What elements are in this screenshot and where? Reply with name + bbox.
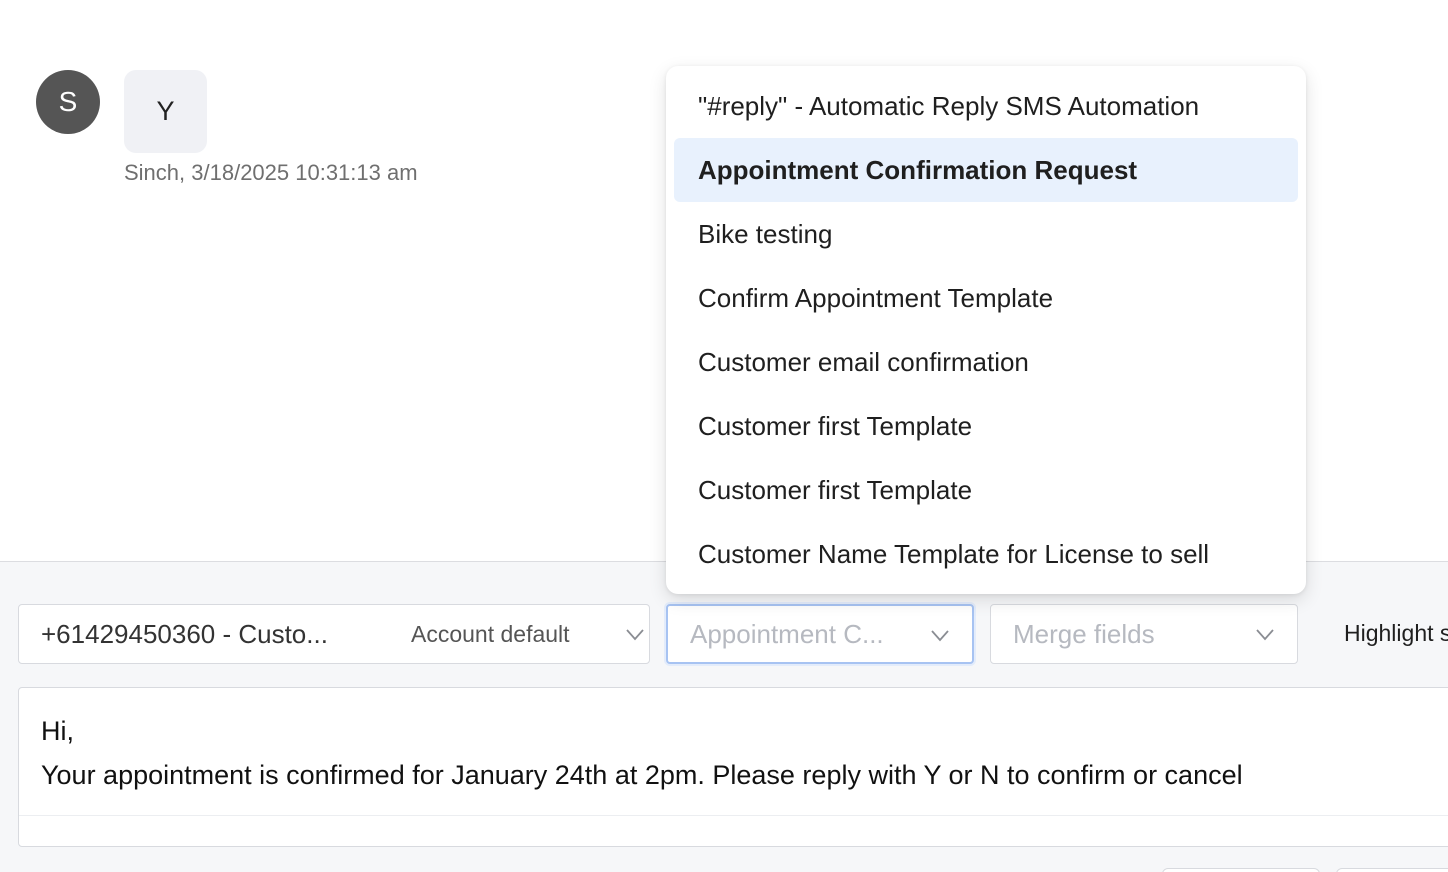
- chevron-down-icon: [1256, 629, 1274, 641]
- template-option[interactable]: Customer first Template: [674, 458, 1298, 522]
- template-option[interactable]: Customer email confirmation: [674, 330, 1298, 394]
- template-option[interactable]: Confirm Appointment Template: [674, 266, 1298, 330]
- template-dropdown-menu: "#reply" - Automatic Reply SMS Automatio…: [666, 66, 1306, 594]
- merge-fields-placeholder: Merge fields: [1013, 618, 1155, 649]
- textarea-divider: [19, 815, 1448, 816]
- chevron-down-icon: [626, 629, 644, 641]
- composer-action-button[interactable]: [1162, 868, 1320, 872]
- merge-fields-select[interactable]: Merge fields: [990, 604, 1298, 664]
- message-line: Your appointment is confirmed for Januar…: [41, 760, 1243, 790]
- chevron-down-icon: [931, 630, 949, 642]
- message-bubble: Y: [124, 70, 207, 153]
- template-option[interactable]: Customer Name Template for License to se…: [674, 522, 1298, 586]
- template-option-selected[interactable]: Appointment Confirmation Request: [674, 138, 1298, 202]
- highlight-toggle-label[interactable]: Highlight s: [1344, 620, 1448, 647]
- avatar: S: [36, 70, 100, 134]
- message-line: Hi,: [41, 716, 74, 746]
- template-select-value: Appointment C...: [690, 618, 884, 649]
- sms-conversation-page: S Y Sinch, 3/18/2025 10:31:13 am +614294…: [0, 0, 1448, 872]
- sender-number-select[interactable]: +61429450360 - Custo... Account default: [18, 604, 650, 664]
- message-meta: Sinch, 3/18/2025 10:31:13 am: [124, 160, 418, 185]
- sender-account-value: Account default: [411, 620, 570, 647]
- template-select[interactable]: Appointment C...: [666, 604, 974, 664]
- template-option[interactable]: "#reply" - Automatic Reply SMS Automatio…: [674, 74, 1298, 138]
- message-textarea[interactable]: Hi, Your appointment is confirmed for Ja…: [18, 687, 1448, 847]
- template-option[interactable]: Customer first Template: [674, 394, 1298, 458]
- send-button[interactable]: [1336, 868, 1448, 872]
- template-option[interactable]: Bike testing: [674, 202, 1298, 266]
- sender-number-value: +61429450360 - Custo...: [41, 618, 328, 649]
- message-composer: +61429450360 - Custo... Account default …: [0, 561, 1448, 872]
